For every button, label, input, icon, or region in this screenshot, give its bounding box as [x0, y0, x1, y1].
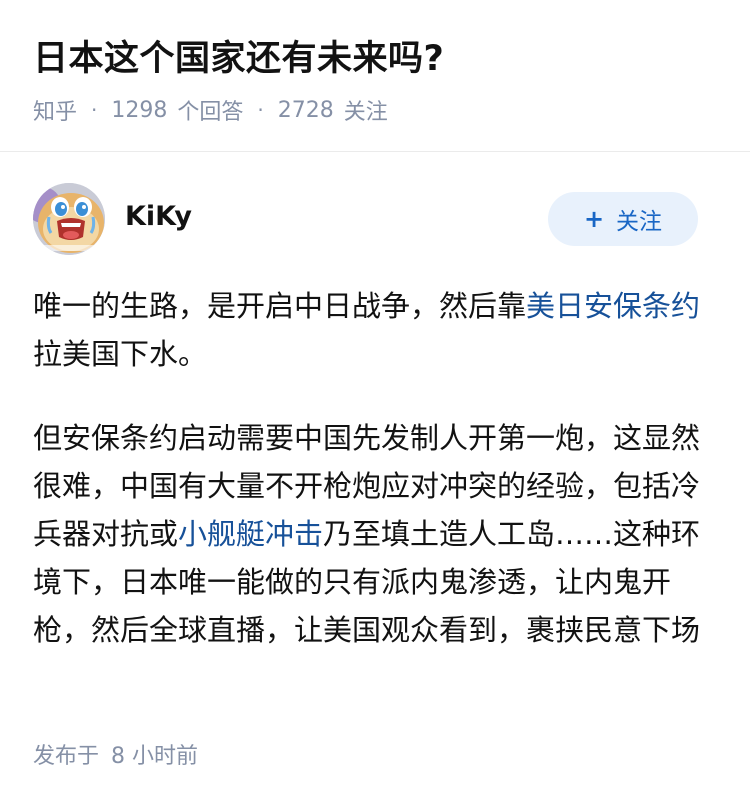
answer-paragraph: 唯一的生路，是开启中日战争，然后靠美日安保条约拉美国下水。 — [33, 282, 718, 378]
author-row: KiKy + 关注 — [33, 183, 698, 257]
separator-dot: · — [91, 98, 98, 122]
follow-button[interactable]: + 关注 — [548, 192, 698, 246]
answer-text: 唯一的生路，是开启中日战争，然后靠 — [33, 289, 527, 323]
answer-link[interactable]: 美日安保条约 — [526, 289, 700, 323]
publish-time: 发布于 8 小时前 — [33, 738, 198, 770]
question-title[interactable]: 日本这个国家还有未来吗? — [33, 36, 444, 82]
answer-content: 唯一的生路，是开启中日战争，然后靠美日安保条约拉美国下水。 但安保条约启动需要中… — [33, 282, 718, 690]
answers-count: 1298 — [111, 97, 168, 123]
answer-text: 拉美国下水。 — [33, 337, 208, 371]
separator-dot: · — [257, 98, 264, 122]
follow-label: 关注 — [616, 209, 663, 235]
answer-link[interactable]: 小舰艇冲击 — [178, 517, 323, 551]
publish-value: 8 小时前 — [111, 744, 199, 769]
followers-count: 2728 — [277, 97, 334, 123]
question-header: 日本这个国家还有未来吗? 知乎 · 1298 个回答 · 2728 关注 — [0, 0, 750, 152]
publish-label: 发布于 — [33, 744, 100, 769]
cartoon-crying-character-avatar-icon — [33, 183, 105, 255]
followers-label: 关注 — [343, 100, 388, 125]
answer-paragraph: 但安保条约启动需要中国先发制人开第一炮，这显然很难，中国有大量不开枪炮应对冲突的… — [33, 414, 718, 654]
plus-icon: + — [583, 205, 605, 233]
question-meta: 知乎 · 1298 个回答 · 2728 关注 — [33, 94, 388, 126]
avatar[interactable] — [33, 183, 105, 255]
author-name[interactable]: KiKy — [125, 199, 192, 235]
source-label[interactable]: 知乎 — [33, 94, 77, 126]
answers-label: 个回答 — [177, 100, 244, 125]
